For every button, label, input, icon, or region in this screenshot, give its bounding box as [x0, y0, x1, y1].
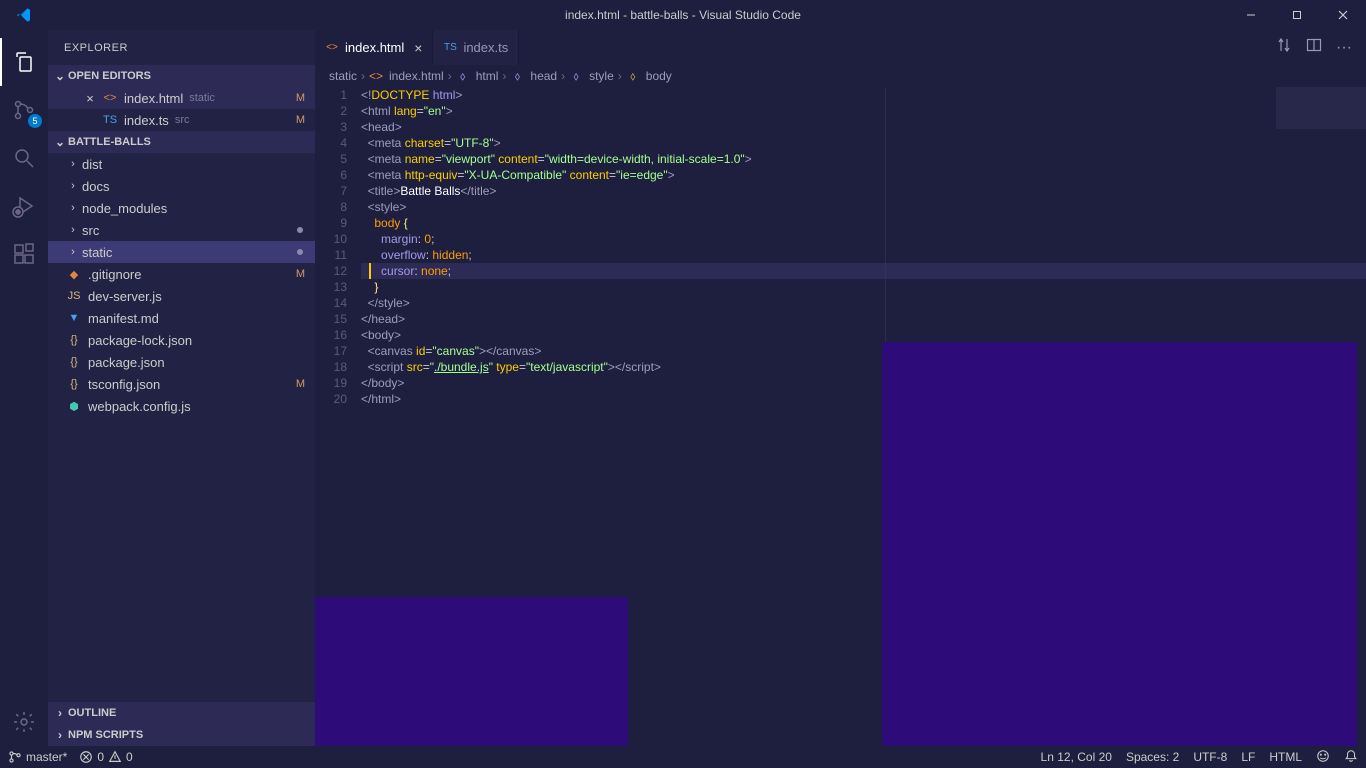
tab-index-html[interactable]: <> index.html × — [315, 30, 433, 65]
cursor-position[interactable]: Ln 12, Col 20 — [1041, 750, 1112, 764]
chevron-right-icon: › — [66, 180, 80, 192]
file-icon: {} — [66, 354, 82, 370]
open-editors-header[interactable]: ⌄Open Editors — [48, 65, 315, 87]
editor-pane[interactable]: 1234567891011121314151617181920 <!DOCTYP… — [315, 87, 1366, 746]
folder-item[interactable]: ›dist — [48, 153, 315, 175]
file-icon: ▼ — [66, 310, 82, 326]
explorer-tab[interactable] — [0, 38, 48, 86]
file-icon: JS — [66, 288, 82, 304]
code-content[interactable]: <!DOCTYPE html> <html lang="en"> <head> … — [361, 87, 1366, 746]
file-item[interactable]: ◆.gitignoreM — [48, 263, 315, 285]
chevron-down-icon: ⌄ — [52, 135, 68, 149]
editor-tabs: <> index.html × TS index.ts ··· — [315, 30, 1366, 65]
close-icon[interactable]: × — [414, 40, 422, 56]
search-tab[interactable] — [0, 134, 48, 182]
editor-group: <> index.html × TS index.ts ··· static› … — [315, 30, 1366, 746]
statusbar: master* 0 0 Ln 12, Col 20 Spaces: 2 UTF-… — [0, 746, 1366, 768]
line-numbers: 1234567891011121314151617181920 — [315, 87, 361, 746]
chevron-down-icon: ⌄ — [52, 69, 68, 83]
file-item[interactable]: {}package.json — [48, 351, 315, 373]
folder-item[interactable]: ›src — [48, 219, 315, 241]
indentation[interactable]: Spaces: 2 — [1126, 750, 1179, 764]
symbol-icon: ⬨ — [626, 69, 640, 83]
git-branch[interactable]: master* — [8, 750, 67, 764]
chevron-right-icon: › — [52, 706, 68, 720]
file-item[interactable]: ▼manifest.md — [48, 307, 315, 329]
cursor-indicator — [369, 263, 371, 279]
settings-gear-icon[interactable] — [0, 698, 48, 746]
titlebar: index.html - battle-balls - Visual Studi… — [0, 0, 1366, 30]
workspace-header[interactable]: ⌄battle-balls — [48, 131, 315, 153]
editor-ruler — [885, 87, 886, 746]
sidebar: EXPLORER ⌄Open Editors × <> index.html s… — [48, 30, 315, 746]
ts-file-icon: TS — [443, 41, 457, 55]
open-editor-item[interactable]: TS index.ts src M — [48, 109, 315, 131]
maximize-button[interactable] — [1274, 0, 1320, 30]
outline-header[interactable]: ›Outline — [48, 702, 315, 724]
window-title: index.html - battle-balls - Visual Studi… — [565, 8, 801, 22]
file-icon: {} — [66, 376, 82, 392]
close-button[interactable] — [1320, 0, 1366, 30]
extensions-tab[interactable] — [0, 230, 48, 278]
html-file-icon: <> — [369, 69, 383, 83]
encoding[interactable]: UTF-8 — [1193, 750, 1227, 764]
breadcrumb[interactable]: static› <>index.html› ⬨html› ⬨head› ⬨sty… — [315, 65, 1366, 87]
more-actions-icon[interactable]: ··· — [1336, 39, 1352, 57]
close-icon[interactable]: × — [82, 91, 98, 106]
file-item[interactable]: {}package-lock.json — [48, 329, 315, 351]
file-item[interactable]: JSdev-server.js — [48, 285, 315, 307]
tab-index-ts[interactable]: TS index.ts — [433, 30, 519, 65]
symbol-icon: ⬨ — [510, 69, 524, 83]
file-icon: ◆ — [66, 266, 82, 282]
file-item[interactable]: ⬢webpack.config.js — [48, 395, 315, 417]
feedback-icon[interactable] — [1316, 749, 1330, 766]
symbol-icon: ⬨ — [569, 69, 583, 83]
folder-item[interactable]: ›node_modules — [48, 197, 315, 219]
scm-tab[interactable]: 5 — [0, 86, 48, 134]
spacer — [82, 113, 98, 128]
language-mode[interactable]: HTML — [1269, 750, 1302, 764]
folder-item[interactable]: ›docs — [48, 175, 315, 197]
chevron-right-icon: › — [52, 728, 68, 742]
eol[interactable]: LF — [1241, 750, 1255, 764]
html-file-icon: <> — [102, 90, 118, 106]
npm-scripts-header[interactable]: ›NPM Scripts — [48, 724, 315, 746]
file-item[interactable]: {}tsconfig.jsonM — [48, 373, 315, 395]
chevron-right-icon: › — [66, 246, 80, 258]
sidebar-title: EXPLORER — [48, 30, 315, 65]
symbol-icon: ⬨ — [456, 69, 470, 83]
debug-tab[interactable] — [0, 182, 48, 230]
ts-file-icon: TS — [102, 112, 118, 128]
chevron-right-icon: › — [66, 158, 80, 170]
open-editor-item[interactable]: × <> index.html static M — [48, 87, 315, 109]
file-icon: ⬢ — [66, 398, 82, 414]
problems[interactable]: 0 0 — [79, 750, 132, 764]
compare-changes-icon[interactable] — [1276, 37, 1292, 58]
chevron-right-icon: › — [66, 202, 80, 214]
minimize-button[interactable] — [1228, 0, 1274, 30]
folder-item[interactable]: ›static — [48, 241, 315, 263]
file-icon: {} — [66, 332, 82, 348]
html-file-icon: <> — [325, 41, 339, 55]
vscode-logo-icon — [0, 7, 48, 23]
activity-bar: 5 — [0, 30, 48, 746]
scm-badge: 5 — [28, 114, 42, 128]
notifications-icon[interactable] — [1344, 749, 1358, 766]
chevron-right-icon: › — [66, 224, 80, 236]
split-editor-icon[interactable] — [1306, 37, 1322, 58]
